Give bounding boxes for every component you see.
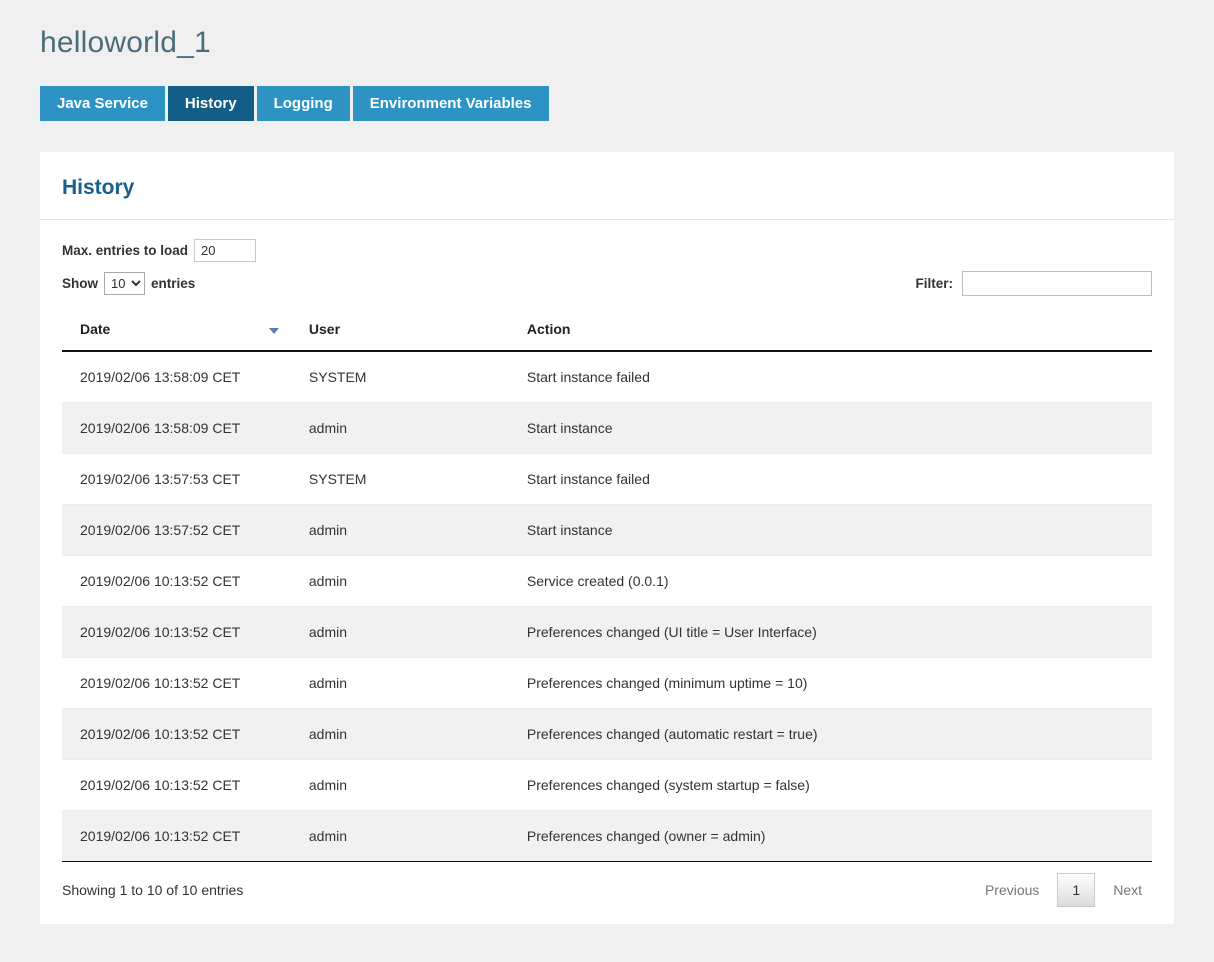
filter-group: Filter:	[915, 271, 1152, 296]
history-table: Date User Action 2019/02/06 13:58:09 CET…	[62, 309, 1152, 862]
panel-body: Max. entries to load Show 10 entries Fil…	[40, 220, 1174, 924]
max-entries-row: Max. entries to load	[62, 239, 1152, 262]
column-header-user-label: User	[309, 321, 340, 337]
table-row: 2019/02/06 13:57:53 CETSYSTEMStart insta…	[62, 454, 1152, 505]
table-row: 2019/02/06 13:58:09 CETSYSTEMStart insta…	[62, 351, 1152, 403]
cell-action: Preferences changed (owner = admin)	[509, 811, 1152, 862]
pagination: Previous 1 Next	[975, 873, 1152, 907]
page-1-button[interactable]: 1	[1057, 873, 1095, 907]
table-row: 2019/02/06 13:57:52 CETadminStart instan…	[62, 505, 1152, 556]
filter-input[interactable]	[962, 271, 1152, 296]
cell-action: Service created (0.0.1)	[509, 556, 1152, 607]
cell-user: admin	[291, 505, 509, 556]
tab-bar: Java ServiceHistoryLoggingEnvironment Va…	[40, 86, 1174, 121]
cell-date: 2019/02/06 13:57:53 CET	[62, 454, 291, 505]
table-info: Showing 1 to 10 of 10 entries	[62, 882, 243, 898]
table-header-row: Date User Action	[62, 309, 1152, 351]
cell-date: 2019/02/06 13:58:09 CET	[62, 403, 291, 454]
cell-action: Preferences changed (automatic restart =…	[509, 709, 1152, 760]
max-entries-label: Max. entries to load	[62, 243, 188, 258]
cell-user: admin	[291, 607, 509, 658]
column-header-action-label: Action	[527, 321, 571, 337]
table-row: 2019/02/06 10:13:52 CETadminPreferences …	[62, 709, 1152, 760]
table-row: 2019/02/06 10:13:52 CETadminPreferences …	[62, 607, 1152, 658]
cell-action: Preferences changed (UI title = User Int…	[509, 607, 1152, 658]
entries-label: entries	[151, 276, 195, 291]
page: helloworld_1 Java ServiceHistoryLoggingE…	[0, 0, 1214, 962]
table-row: 2019/02/06 10:13:52 CETadminPreferences …	[62, 658, 1152, 709]
cell-user: admin	[291, 403, 509, 454]
table-row: 2019/02/06 10:13:52 CETadminPreferences …	[62, 811, 1152, 862]
page-title: helloworld_1	[40, 26, 1174, 60]
cell-action: Start instance	[509, 403, 1152, 454]
show-entries-group: Show 10 entries	[62, 272, 195, 295]
tab-history[interactable]: History	[168, 86, 254, 121]
tab-java-service[interactable]: Java Service	[40, 86, 165, 121]
column-header-date-label: Date	[80, 321, 110, 337]
cell-user: admin	[291, 760, 509, 811]
cell-user: admin	[291, 658, 509, 709]
cell-action: Preferences changed (minimum uptime = 10…	[509, 658, 1152, 709]
cell-action: Preferences changed (system startup = fa…	[509, 760, 1152, 811]
table-row: 2019/02/06 10:13:52 CETadminService crea…	[62, 556, 1152, 607]
max-entries-input[interactable]	[194, 239, 256, 262]
history-panel: History Max. entries to load Show 10 ent…	[40, 152, 1174, 924]
table-footer: Showing 1 to 10 of 10 entries Previous 1…	[62, 862, 1152, 908]
cell-date: 2019/02/06 13:58:09 CET	[62, 351, 291, 403]
cell-action: Start instance failed	[509, 454, 1152, 505]
tab-environment-variables[interactable]: Environment Variables	[353, 86, 549, 121]
cell-date: 2019/02/06 10:13:52 CET	[62, 607, 291, 658]
column-header-date[interactable]: Date	[62, 309, 291, 351]
cell-date: 2019/02/06 10:13:52 CET	[62, 811, 291, 862]
cell-user: SYSTEM	[291, 454, 509, 505]
cell-user: SYSTEM	[291, 351, 509, 403]
cell-date: 2019/02/06 10:13:52 CET	[62, 760, 291, 811]
cell-user: admin	[291, 709, 509, 760]
column-header-user[interactable]: User	[291, 309, 509, 351]
panel-heading: History	[40, 152, 1174, 220]
cell-action: Start instance	[509, 505, 1152, 556]
cell-date: 2019/02/06 10:13:52 CET	[62, 709, 291, 760]
cell-action: Start instance failed	[509, 351, 1152, 403]
cell-user: admin	[291, 811, 509, 862]
cell-date: 2019/02/06 10:13:52 CET	[62, 556, 291, 607]
column-header-action[interactable]: Action	[509, 309, 1152, 351]
filter-label: Filter:	[915, 276, 953, 291]
cell-date: 2019/02/06 13:57:52 CET	[62, 505, 291, 556]
cell-date: 2019/02/06 10:13:52 CET	[62, 658, 291, 709]
table-row: 2019/02/06 10:13:52 CETadminPreferences …	[62, 760, 1152, 811]
previous-button[interactable]: Previous	[975, 874, 1049, 906]
page-length-select[interactable]: 10	[104, 272, 145, 295]
next-button[interactable]: Next	[1103, 874, 1152, 906]
tab-logging[interactable]: Logging	[257, 86, 350, 121]
show-label: Show	[62, 276, 98, 291]
sort-desc-icon	[269, 328, 279, 334]
table-controls: Show 10 entries Filter:	[62, 271, 1152, 296]
cell-user: admin	[291, 556, 509, 607]
table-row: 2019/02/06 13:58:09 CETadminStart instan…	[62, 403, 1152, 454]
